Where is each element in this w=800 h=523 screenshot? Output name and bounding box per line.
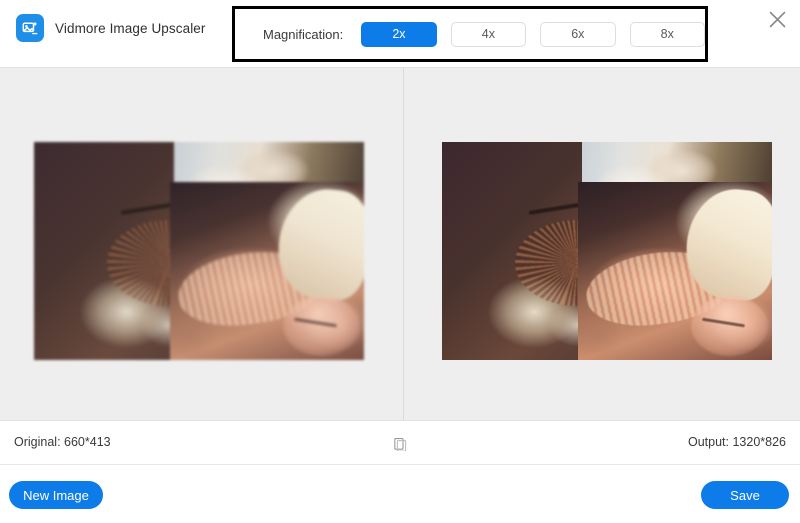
app-header: Vidmore Image Upscaler Magnification: 2x…	[0, 0, 800, 68]
app-window: Vidmore Image Upscaler Magnification: 2x…	[0, 0, 800, 523]
magnification-row: Magnification: 2x 4x 6x 8x	[235, 9, 705, 59]
new-image-button[interactable]: New Image	[9, 481, 103, 509]
preview-area	[0, 68, 800, 420]
magnification-label: Magnification:	[263, 26, 344, 42]
original-size-label: Original: 660*413	[14, 435, 111, 449]
app-title: Vidmore Image Upscaler	[55, 20, 206, 36]
original-preview[interactable]	[0, 68, 403, 420]
save-button[interactable]: Save	[701, 481, 789, 509]
image-photo-icon	[16, 14, 44, 42]
original-image	[34, 142, 364, 360]
magnification-option-8x[interactable]: 8x	[629, 21, 705, 47]
magnification-option-4x[interactable]: 4x	[450, 21, 527, 47]
app-footer: New Image Save	[0, 465, 800, 523]
compare-square-icon[interactable]	[390, 434, 410, 454]
brand: Vidmore Image Upscaler	[16, 14, 206, 42]
face-detail	[690, 295, 769, 357]
status-bar: Original: 660*413 Output: 1320*826	[0, 420, 800, 465]
upscaled-image	[442, 142, 772, 360]
magnification-option-6x[interactable]: 6x	[540, 21, 616, 47]
photo-sunhat-layer	[578, 182, 772, 360]
magnification-option-2x[interactable]: 2x	[361, 21, 437, 47]
close-icon[interactable]	[760, 2, 794, 36]
magnification-highlight-box: Magnification: 2x 4x 6x 8x	[232, 6, 708, 62]
upscaled-preview[interactable]	[404, 68, 800, 420]
photo-sunhat-layer	[170, 182, 364, 360]
output-size-label: Output: 1320*826	[688, 435, 786, 449]
face-detail	[282, 295, 361, 357]
